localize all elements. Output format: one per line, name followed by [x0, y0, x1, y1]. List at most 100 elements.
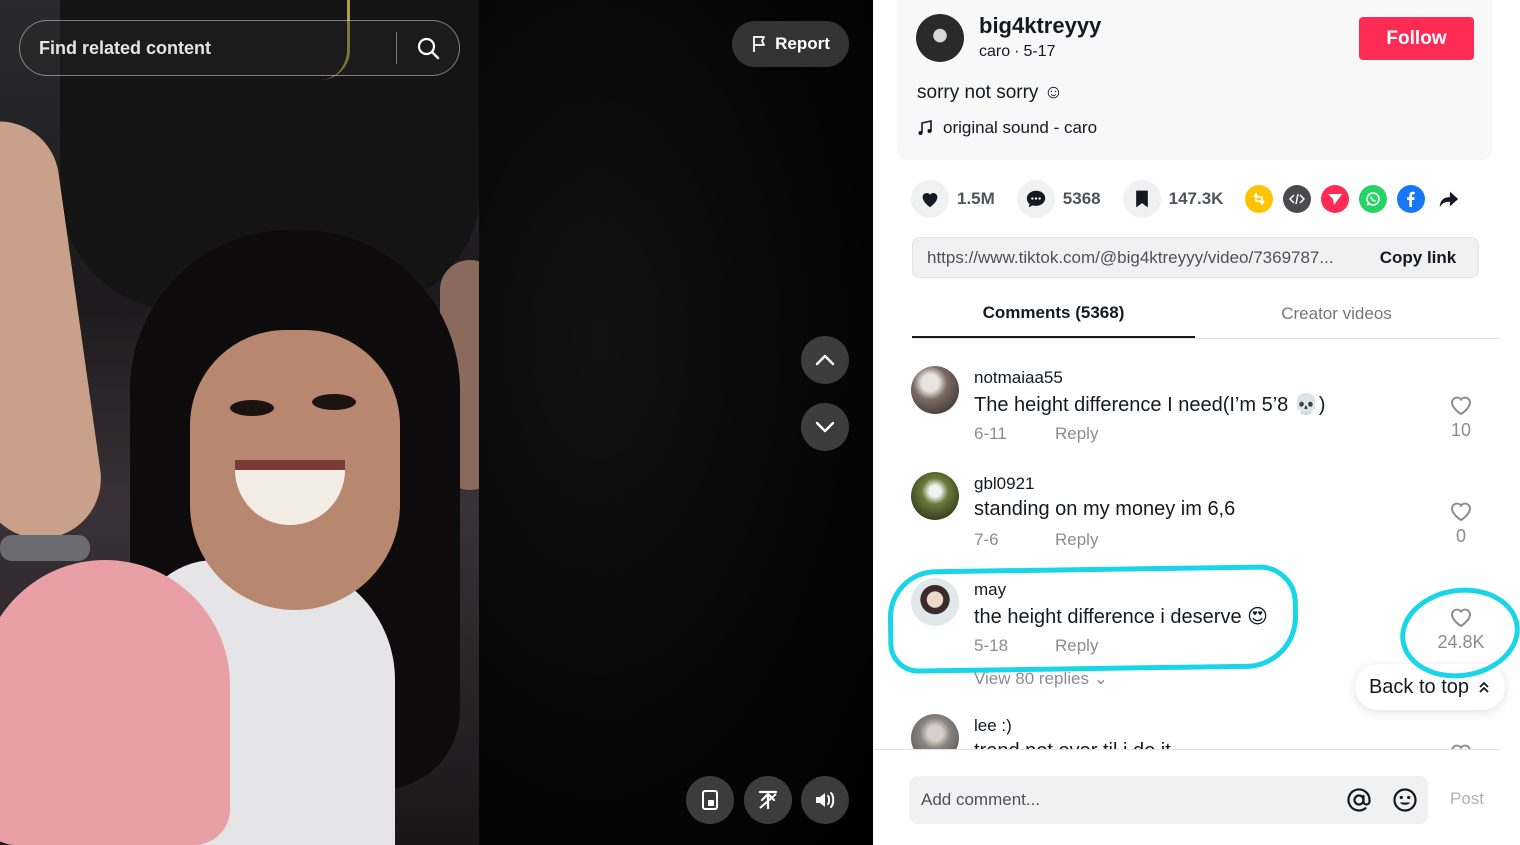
avatar[interactable]	[911, 472, 959, 520]
avatar[interactable]	[911, 366, 959, 414]
details-panel: big4ktreyyy caro · 5-17 Follow sorry not…	[873, 0, 1520, 845]
music-link[interactable]: original sound - caro	[917, 118, 1097, 138]
back-to-top-label: Back to top	[1368, 675, 1470, 698]
flag-icon	[753, 36, 766, 52]
mention-button[interactable]	[1336, 776, 1382, 824]
search-bar	[19, 20, 460, 76]
embed-share-button[interactable]	[1283, 185, 1312, 213]
repost-icon	[1253, 192, 1266, 206]
save-button[interactable]: 147.3K	[1122, 180, 1224, 218]
post-caption: sorry not sorry ☺	[917, 82, 1064, 103]
copy-link-button[interactable]: Copy link	[1358, 248, 1478, 268]
smiley-icon	[1393, 788, 1417, 812]
comment-like-button[interactable]: 0	[1436, 500, 1486, 547]
follow-button[interactable]: Follow	[1359, 17, 1474, 60]
reply-button[interactable]: Reply	[1055, 530, 1098, 550]
comment-button[interactable]: 5368	[1016, 180, 1101, 218]
at-sign-icon	[1347, 788, 1371, 812]
save-count: 147.3K	[1168, 189, 1224, 208]
panel-tabs: Comments (5368) Creator videos	[912, 290, 1500, 339]
comment-username[interactable]: gbl0921	[974, 474, 1035, 494]
video-frame[interactable]	[0, 0, 479, 845]
autoscroll-icon	[758, 790, 778, 810]
comment-composer: Post	[873, 749, 1500, 845]
comment-item: notmaiaa55 The height difference I need(…	[911, 340, 1491, 446]
avatar[interactable]	[911, 714, 959, 749]
comment-like-button[interactable]	[1436, 742, 1486, 749]
comment-like-button[interactable]: 10	[1436, 394, 1486, 441]
search-button[interactable]	[397, 20, 459, 76]
comment-meta: 6-11 Reply	[974, 424, 1098, 444]
double-chevron-up-icon	[1479, 681, 1489, 693]
autoscroll-button[interactable]	[744, 776, 792, 824]
comment-like-count: 10	[1450, 420, 1472, 440]
reply-button[interactable]: Reply	[1055, 424, 1098, 444]
comment-item: gbl0921 standing on my money im 6,6 7-6 …	[911, 446, 1491, 552]
comment-date: 7-6	[974, 530, 999, 549]
music-label: original sound - caro	[943, 118, 1098, 137]
embed-code-icon	[1289, 193, 1306, 205]
paper-plane-icon	[1328, 194, 1343, 205]
save-icon-wrap	[1122, 180, 1161, 218]
video-scene-eye	[312, 394, 356, 410]
comment-input-wrap	[909, 776, 1428, 824]
comment-icon-wrap	[1016, 180, 1055, 218]
volume-icon	[816, 792, 835, 808]
volume-button[interactable]	[801, 776, 849, 824]
comment-username[interactable]: lee :)	[974, 716, 1012, 736]
tab-creator-videos[interactable]: Creator videos	[1195, 290, 1478, 338]
more-share-button[interactable]	[1435, 185, 1463, 213]
chevron-down-icon	[815, 421, 835, 433]
comment-username[interactable]: notmaiaa55	[974, 368, 1063, 388]
comment-text: standing on my money im 6,6	[974, 498, 1236, 520]
comment-bubble-icon	[1026, 190, 1045, 208]
video-player[interactable]: Report	[0, 0, 873, 845]
search-input[interactable]	[20, 37, 396, 59]
bookmark-icon	[1135, 190, 1148, 208]
music-note-icon	[918, 120, 932, 135]
avatar[interactable]	[916, 14, 964, 62]
comment-text: trend not over til i do it	[974, 740, 1171, 749]
comment-text: The height difference I need(I’m 5’8 💀)	[974, 394, 1326, 416]
like-count: 1.5M	[957, 189, 995, 208]
heart-outline-icon	[1450, 502, 1472, 522]
heart-outline-icon	[1450, 396, 1472, 416]
post-comment-button[interactable]: Post	[1450, 789, 1484, 809]
like-button[interactable]: 1.5M	[911, 180, 995, 218]
tab-comments[interactable]: Comments (5368)	[912, 290, 1195, 338]
whatsapp-icon	[1366, 192, 1381, 206]
chevron-up-icon	[815, 354, 835, 366]
creator-subline: caro · 5-17	[979, 43, 1055, 61]
share-arrow-icon	[1440, 191, 1459, 208]
creator-nickname: caro	[979, 43, 1011, 60]
repost-share-button[interactable]	[1245, 185, 1274, 213]
whatsapp-share-button[interactable]	[1359, 185, 1388, 213]
picture-in-picture-button[interactable]	[686, 776, 734, 824]
video-scene-hand	[0, 560, 230, 845]
floating-player-icon	[702, 790, 718, 810]
previous-video-button[interactable]	[801, 336, 849, 384]
comment-meta: 7-6 Reply	[974, 530, 1098, 550]
video-url: https://www.tiktok.com/@big4ktreyyy/vide…	[927, 247, 1334, 267]
link-box: https://www.tiktok.com/@big4ktreyyy/vide…	[912, 237, 1479, 278]
action-bar: 1.5M 5368 147.3K	[911, 178, 1473, 220]
emoji-button[interactable]	[1382, 776, 1428, 824]
highlight-circle-comment	[887, 564, 1299, 674]
comment-like-count: 0	[1455, 526, 1466, 546]
video-scene-bracelet	[0, 535, 90, 561]
separator-dot: ·	[1014, 43, 1020, 60]
video-scene-eye	[230, 400, 274, 416]
report-button[interactable]: Report	[732, 21, 849, 67]
heart-icon	[922, 193, 938, 208]
comment-count: 5368	[1062, 189, 1101, 208]
creator-username[interactable]: big4ktreyyy	[979, 13, 1101, 39]
post-date: 5-17	[1023, 43, 1056, 60]
comment-input[interactable]	[909, 790, 1336, 810]
facebook-share-button[interactable]	[1397, 185, 1426, 213]
search-icon	[417, 37, 440, 60]
facebook-icon	[1407, 191, 1416, 207]
comment-date: 6-11	[974, 424, 1007, 443]
like-icon-wrap	[911, 180, 949, 218]
send-to-friends-button[interactable]	[1321, 185, 1350, 213]
next-video-button[interactable]	[801, 403, 849, 451]
